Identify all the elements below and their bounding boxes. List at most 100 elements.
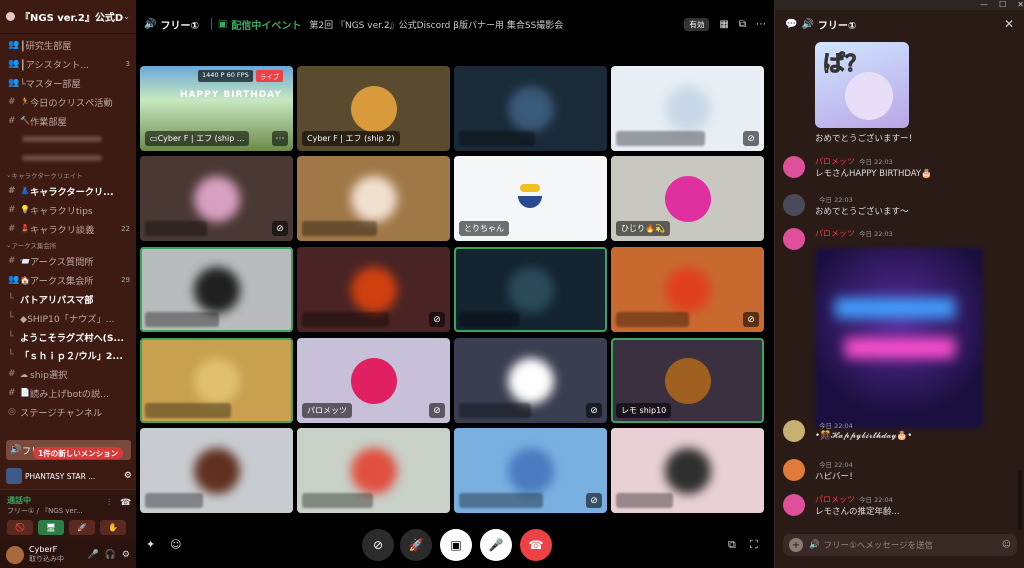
noise-suppression-icon[interactable]: ⫶: [108, 498, 110, 508]
gear-icon[interactable]: ⚙: [122, 550, 130, 560]
message-author[interactable]: 今日 22:03: [815, 194, 853, 204]
channel-label: └マスター部屋: [20, 78, 81, 90]
participant-tile[interactable]: [454, 247, 607, 332]
channel-emoji-icon: 📨: [20, 256, 30, 266]
microphone-button[interactable]: 🎤: [480, 529, 512, 561]
disconnect-button[interactable]: ☎: [520, 529, 552, 561]
mention-badge[interactable]: 1件の新しいメンション: [33, 447, 124, 459]
avatar[interactable]: [783, 156, 805, 178]
participant-tile[interactable]: [611, 428, 764, 513]
channel-item[interactable]: # 📄 読み上げbotの説...: [0, 384, 136, 403]
channel-item[interactable]: 👥 🏠 アークス集会所 29: [0, 271, 136, 290]
maximize-button[interactable]: ☐: [999, 0, 1006, 10]
event-label[interactable]: 配信中イベント: [231, 17, 301, 32]
channel-item[interactable]: [0, 149, 136, 168]
activity-icon[interactable]: ✦: [146, 538, 155, 551]
participant-tile[interactable]: ⊘: [611, 247, 764, 332]
close-icon[interactable]: ✕: [1004, 17, 1014, 31]
headphones-icon[interactable]: 🎧: [105, 550, 116, 560]
channel-item[interactable]: # 👗 キャラクタークリ...: [0, 182, 136, 201]
participant-tile[interactable]: パロメッツ ⊘: [297, 338, 450, 423]
voice-channel-info[interactable]: フリー① / 『NGS ver...: [7, 506, 107, 516]
participant-tile[interactable]: [454, 66, 607, 151]
channel-item[interactable]: ┗ バトアリパスマ部: [0, 290, 136, 309]
channel-item[interactable]: 👥 └マスター部屋: [0, 74, 136, 93]
stream-content-text: HAPPY BIRTHDAY: [180, 90, 282, 100]
message-author[interactable]: 今日 22:04: [815, 459, 853, 469]
participant-tile[interactable]: レモ ship10: [611, 338, 764, 423]
emoji-icon[interactable]: ☺: [170, 538, 181, 551]
participant-tile[interactable]: ⊘: [297, 247, 450, 332]
channel-item[interactable]: ┗ ◆SHIP10「ナウズ」...: [0, 308, 136, 327]
channel-item[interactable]: ┗ 「ｓｈｉｐ２/ウル」2...: [0, 346, 136, 365]
channel-category[interactable]: ⌄ キャラクタークリエイト: [0, 168, 136, 182]
channel-item[interactable]: ◎ ステージチャンネル: [0, 402, 136, 421]
channel-item[interactable]: # ☁ ship選択: [0, 365, 136, 384]
participant-tile[interactable]: Cyber F | エフ (ship 2): [297, 66, 450, 151]
channel-item[interactable]: [0, 130, 136, 149]
voice-channel-icon: 👥: [8, 275, 20, 286]
message-author[interactable]: パロメッツ 今日 22:03: [815, 156, 893, 167]
participant-tile[interactable]: とりちゃん: [454, 156, 607, 241]
message-input[interactable]: + 🔊 フリー①へメッセージを送信 ☺: [783, 534, 1017, 556]
channel-item[interactable]: # 💄 キャラクリ談義 22: [0, 219, 136, 238]
participant-tile[interactable]: ひじり🔥💫: [611, 156, 764, 241]
grid-layout-icon[interactable]: ▦: [719, 19, 728, 30]
participant-tile[interactable]: ⊘: [611, 66, 764, 151]
activity-button[interactable]: 🚀: [69, 520, 95, 535]
emoji-icon[interactable]: ☺: [1002, 540, 1011, 550]
participant-name: ひじり🔥💫: [616, 221, 670, 236]
message-author[interactable]: パロメッツ 今日 22:04: [815, 494, 893, 505]
avatar[interactable]: [6, 545, 24, 564]
speaker-icon: 🔊: [10, 445, 22, 455]
minimize-button[interactable]: —: [980, 0, 988, 10]
participant-tile[interactable]: [140, 247, 293, 332]
participant-tile[interactable]: [140, 338, 293, 423]
more-options-icon[interactable]: ⋯: [756, 19, 766, 30]
participant-tile[interactable]: [297, 428, 450, 513]
screen-share-button[interactable]: 🖥: [38, 520, 64, 535]
channel-item[interactable]: 👥 ┃研究生部屋: [0, 36, 136, 55]
popout-icon[interactable]: ⧉: [728, 538, 736, 552]
scrollbar[interactable]: [1018, 470, 1022, 530]
fullscreen-icon[interactable]: ⛶: [750, 538, 758, 552]
close-window-button[interactable]: ✕: [1017, 0, 1024, 10]
camera-button[interactable]: 🚫: [7, 520, 33, 535]
camera-off-button[interactable]: ⊘: [362, 529, 394, 561]
stream-tile[interactable]: 1440 P 60 FPS ライブ HAPPY BIRTHDAY ▭ Cyber F …: [140, 66, 293, 151]
screen-share-button[interactable]: ▣: [440, 529, 472, 561]
status-badge[interactable]: 有効: [684, 17, 710, 31]
participant-tile[interactable]: ⊘: [454, 428, 607, 513]
participant-name: [145, 493, 203, 508]
soundboard-button[interactable]: ✋: [100, 520, 126, 535]
participant-tile[interactable]: ⊘: [140, 156, 293, 241]
microphone-icon[interactable]: 🎤: [87, 550, 98, 560]
more-options-icon[interactable]: ⋯: [272, 131, 288, 146]
channel-item[interactable]: ┗ ようこそラグズ村へ(S...: [0, 327, 136, 346]
participant-tile[interactable]: [140, 428, 293, 513]
disconnect-icon[interactable]: ☎: [120, 498, 131, 508]
stream-activity-row[interactable]: PHANTASY STAR ... ⚙: [6, 466, 132, 486]
channel-item[interactable]: # 💡 キャラクリtips: [0, 200, 136, 219]
avatar[interactable]: [783, 420, 805, 442]
channel-item[interactable]: # 📨 アークス質問所: [0, 252, 136, 271]
popout-icon[interactable]: ⧉: [739, 19, 746, 30]
participant-tile[interactable]: [297, 156, 450, 241]
message-author[interactable]: パロメッツ 今日 22:03: [815, 228, 893, 239]
server-header[interactable]: 『NGS ver.2』公式Di... ⌄: [0, 0, 136, 34]
add-attachment-icon[interactable]: +: [789, 538, 803, 552]
participant-tile[interactable]: ⊘: [454, 338, 607, 423]
channel-item[interactable]: # 🏃 今日のクリスぺ活動: [0, 92, 136, 111]
message-author[interactable]: 今日 22:04: [815, 420, 853, 430]
activities-button[interactable]: 🚀: [400, 529, 432, 561]
channel-item[interactable]: # 🔨 作業部屋: [0, 111, 136, 130]
attachment-image[interactable]: [815, 248, 983, 428]
channel-category[interactable]: ⌄ アークス集会所: [0, 238, 136, 252]
channel-item[interactable]: 👥 ┃アシスタント... 3: [0, 55, 136, 74]
avatar[interactable]: [783, 459, 805, 481]
avatar[interactable]: [783, 194, 805, 216]
avatar[interactable]: [783, 228, 805, 250]
avatar[interactable]: [783, 494, 805, 516]
voice-channel-icon: 👥: [8, 40, 20, 51]
stream-settings-icon[interactable]: ⚙: [124, 471, 132, 481]
